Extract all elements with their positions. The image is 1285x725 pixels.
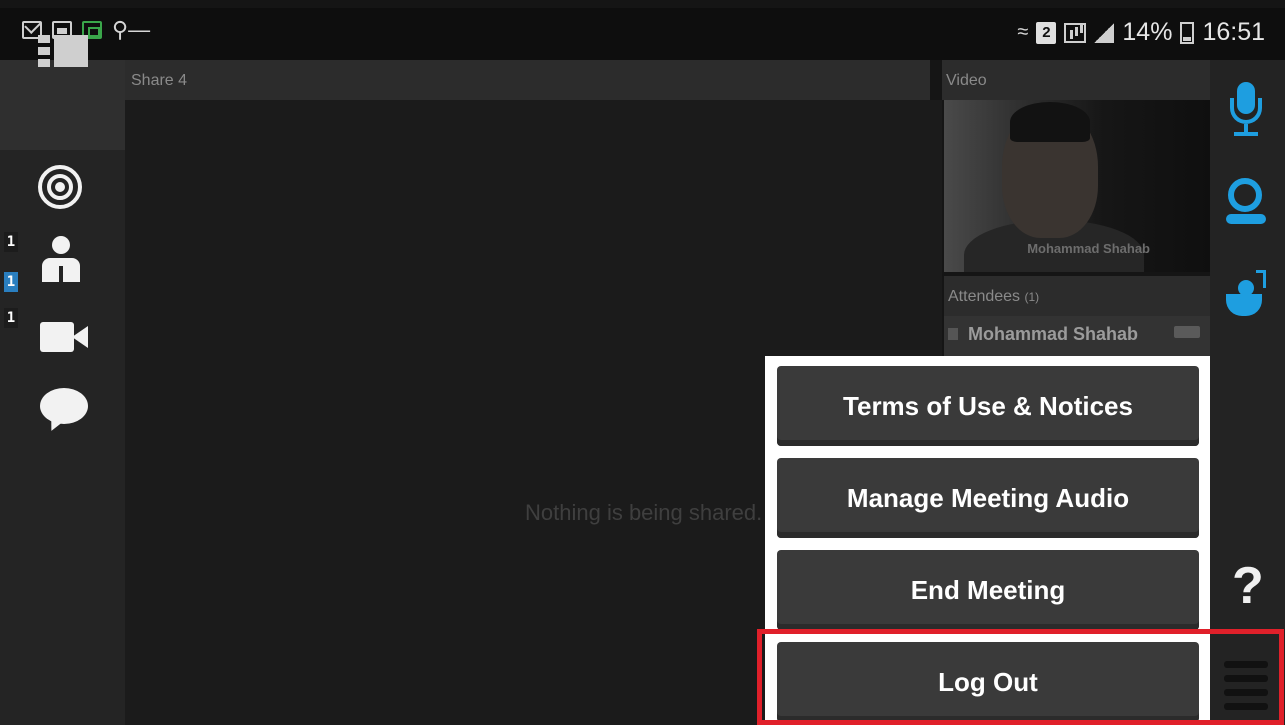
battery-icon [1180,21,1195,44]
video-camera-icon[interactable] [40,322,90,352]
terms-of-use-button[interactable]: Terms of Use & Notices [777,366,1199,446]
end-meeting-button[interactable]: End Meeting [777,550,1199,630]
video-title: Video [946,72,987,89]
attendee-name: Mohammad Shahab [968,324,1139,344]
layout-tab[interactable] [0,60,125,150]
share-panel-header: Share 4 [125,60,930,100]
battery-percent: 14% [1122,18,1173,46]
system-indicators: ≈ 2 14% 16:51 [1017,18,1265,47]
data-signal-icon [1064,22,1087,43]
signal-strength-icon [1094,22,1115,43]
attendee-status-icon [948,328,958,340]
chat-icon[interactable] [40,388,88,435]
layout-icon[interactable] [38,35,88,67]
participant-video[interactable]: Mohammad Shahab [944,100,1210,272]
attendee-row[interactable]: Mohammad Shahab [944,316,1210,356]
manage-audio-button[interactable]: Manage Meeting Audio [777,458,1199,538]
attendees-title: Attendees (1) [948,288,1040,305]
active-count-badge: 1 [4,272,18,292]
key-icon: ⚲— [112,17,151,42]
attendees-icon[interactable] [40,236,82,284]
video-participant-name: Mohammad Shahab [1027,241,1150,256]
attendees-count-badge: 1 [4,232,18,252]
sim-icon: 2 [1036,21,1057,44]
empty-share-message: Nothing is being shared. [525,500,763,525]
video-panel-header: Video [942,60,1210,100]
highlight-box [757,629,1284,725]
presenter-icon[interactable] [1226,270,1270,320]
share-target-icon[interactable] [38,165,82,209]
microphone-icon[interactable] [1228,82,1264,136]
attendees-header: Attendees (1) [944,276,1210,316]
share-title: Share 4 [131,72,188,89]
attendees-count: (1) [1024,290,1040,304]
wifi-icon: ≈ [1017,21,1029,43]
help-button[interactable]: ? [1232,560,1264,612]
clock: 16:51 [1202,18,1265,46]
status-bar: ⚲— ≈ 2 14% 16:51 [0,8,1285,60]
webcam-icon[interactable] [1226,178,1266,228]
right-toolbar [1210,60,1285,725]
video-count-badge: 1 [4,308,18,328]
app-screen: ⚲— ≈ 2 14% 16:51 1 1 1 Share 4 Nothing i… [0,0,1285,725]
attendee-media-icons [1174,326,1200,338]
